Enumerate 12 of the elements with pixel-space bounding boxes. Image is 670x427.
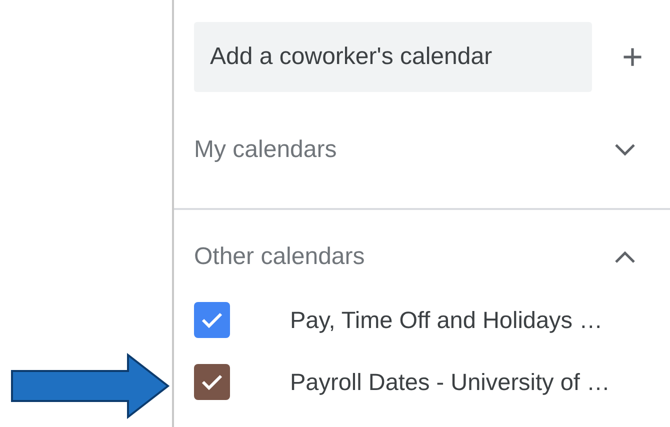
section-title[interactable]: Other calendars: [194, 243, 365, 271]
calendar-name[interactable]: Payroll Dates - University of …: [290, 368, 610, 396]
checkbox[interactable]: [194, 364, 230, 400]
calendar-name[interactable]: Pay, Time Off and Holidays …: [290, 306, 603, 334]
search-field[interactable]: Add a coworker's calendar: [194, 22, 592, 92]
checkbox[interactable]: [194, 302, 230, 338]
chevron-up-icon[interactable]: [614, 250, 636, 264]
check-icon: [201, 373, 223, 391]
chevron-down-icon[interactable]: [614, 143, 636, 157]
add-button[interactable]: +: [610, 39, 656, 75]
check-icon: [201, 311, 223, 329]
section-title[interactable]: My calendars: [194, 136, 337, 164]
